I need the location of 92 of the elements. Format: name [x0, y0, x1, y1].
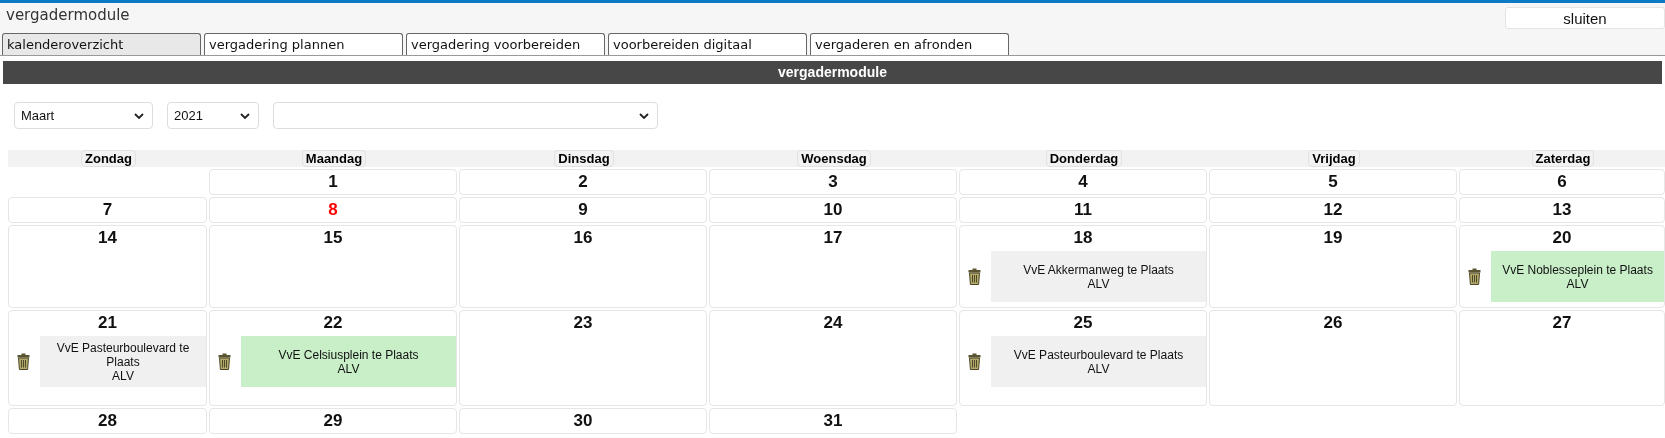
day-number: 31 — [823, 410, 843, 432]
day-number: 13 — [1552, 199, 1572, 221]
day-number: 30 — [573, 410, 593, 432]
day-number: 21 — [98, 312, 117, 334]
day-number: 17 — [823, 227, 843, 249]
section-header: vergadermodule — [3, 61, 1662, 84]
day-cell[interactable]: 2 — [459, 169, 707, 195]
day-number: 7 — [102, 199, 113, 221]
tab[interactable]: vergaderen en afronden — [810, 33, 1009, 55]
day-cell[interactable]: 31 — [709, 408, 957, 434]
day-number: 28 — [98, 410, 117, 432]
day-number: 23 — [573, 312, 593, 334]
trash-icon[interactable] — [968, 353, 981, 370]
tab[interactable]: voorbereiden digitaal — [608, 33, 807, 55]
day-cell[interactable]: 15 — [209, 225, 457, 308]
day-cell[interactable]: 6 — [1459, 169, 1665, 195]
day-cell[interactable]: 14 — [8, 225, 207, 308]
day-cell[interactable]: 21 VvE Pasteurboulevard te Plaats ALV — [8, 310, 207, 406]
day-cell[interactable]: 1 — [209, 169, 457, 195]
weekday-header: Zondag — [81, 150, 136, 167]
day-number: 11 — [1074, 199, 1092, 221]
day-number: 4 — [1078, 171, 1088, 193]
day-cell[interactable]: 28 — [8, 408, 207, 434]
day-number: 19 — [1323, 227, 1343, 249]
day-cell[interactable]: 17 — [709, 225, 957, 308]
day-number: 18 — [1073, 227, 1093, 249]
day-cell[interactable]: 24 — [709, 310, 957, 406]
meeting-entry[interactable]: VvE Pasteurboulevard te Plaats ALV — [991, 336, 1206, 387]
day-cell[interactable]: 9 — [459, 197, 707, 223]
day-number: 2 — [578, 171, 588, 193]
day-cell[interactable]: 10 — [709, 197, 957, 223]
day-number: 15 — [323, 227, 343, 249]
day-cell[interactable]: 4 — [959, 169, 1207, 195]
window-title: vergadermodule — [6, 6, 130, 24]
day-cell[interactable]: 29 — [209, 408, 457, 434]
day-cell[interactable]: 16 — [459, 225, 707, 308]
day-number: 26 — [1323, 312, 1343, 334]
trash-icon[interactable] — [1468, 268, 1481, 285]
day-cell[interactable]: 19 — [1209, 225, 1457, 308]
day-number: 14 — [98, 227, 117, 249]
day-cell[interactable]: 11 — [959, 197, 1207, 223]
close-button[interactable]: sluiten — [1505, 7, 1665, 29]
meeting-entry[interactable]: VvE Pasteurboulevard te Plaats ALV — [40, 336, 206, 387]
tab[interactable]: vergadering voorbereiden — [406, 33, 605, 55]
tab[interactable]: vergadering plannen — [204, 33, 403, 55]
day-cell[interactable]: 22 VvE Celsiusplein te Plaats ALV — [209, 310, 457, 406]
year-select[interactable]: 2021 — [167, 102, 259, 129]
day-number: 24 — [823, 312, 843, 334]
weekday-header: Woensdag — [797, 150, 871, 167]
month-select[interactable]: Maart — [14, 102, 153, 129]
tab[interactable]: kalenderoverzicht — [2, 33, 201, 55]
day-cell[interactable]: 26 — [1209, 310, 1457, 406]
day-number: 20 — [1552, 227, 1572, 249]
day-cell[interactable]: 12 — [1209, 197, 1457, 223]
weekday-header: Donderdag — [1045, 150, 1123, 167]
day-number: 5 — [1328, 171, 1338, 193]
day-cell[interactable]: 8 — [209, 197, 457, 223]
trash-icon[interactable] — [17, 353, 30, 370]
weekday-header: Maandag — [301, 150, 367, 167]
day-number: 12 — [1323, 199, 1343, 221]
day-number: 10 — [823, 199, 843, 221]
weekday-header: Vrijdag — [1308, 150, 1360, 167]
day-cell[interactable]: 18 VvE Akkermanweg te Plaats ALV — [959, 225, 1207, 308]
day-number: 29 — [323, 410, 343, 432]
trash-icon[interactable] — [968, 268, 981, 285]
chevron-down-icon — [134, 112, 144, 119]
meeting-entry[interactable]: VvE Akkermanweg te Plaats ALV — [991, 251, 1206, 302]
day-number: 16 — [573, 227, 593, 249]
day-number: 27 — [1552, 312, 1572, 334]
day-number: 9 — [578, 199, 588, 221]
chevron-down-icon — [639, 112, 649, 119]
day-cell[interactable]: 23 — [459, 310, 707, 406]
day-cell[interactable]: 13 — [1459, 197, 1665, 223]
day-cell[interactable]: 7 — [8, 197, 207, 223]
trash-icon[interactable] — [218, 353, 231, 370]
weekday-header: Zaterdag — [1531, 150, 1595, 167]
day-cell[interactable]: 20 VvE Noblesseplein te Plaats ALV — [1459, 225, 1665, 308]
meeting-entry[interactable]: VvE Noblesseplein te Plaats ALV — [1491, 251, 1664, 302]
day-number: 22 — [323, 312, 343, 334]
day-number: 6 — [1557, 171, 1567, 193]
day-number: 25 — [1073, 312, 1093, 334]
day-number: 8 — [328, 199, 338, 221]
weekday-header: Dinsdag — [554, 150, 614, 167]
day-cell[interactable]: 25 VvE Pasteurboulevard te Plaats ALV — [959, 310, 1207, 406]
day-number: 1 — [328, 171, 338, 193]
day-cell[interactable]: 3 — [709, 169, 957, 195]
chevron-down-icon — [240, 112, 250, 119]
day-number: 3 — [828, 171, 838, 193]
day-cell[interactable]: 5 — [1209, 169, 1457, 195]
day-cell[interactable]: 30 — [459, 408, 707, 434]
meeting-entry[interactable]: VvE Celsiusplein te Plaats ALV — [241, 336, 456, 387]
day-cell[interactable]: 27 — [1459, 310, 1665, 406]
